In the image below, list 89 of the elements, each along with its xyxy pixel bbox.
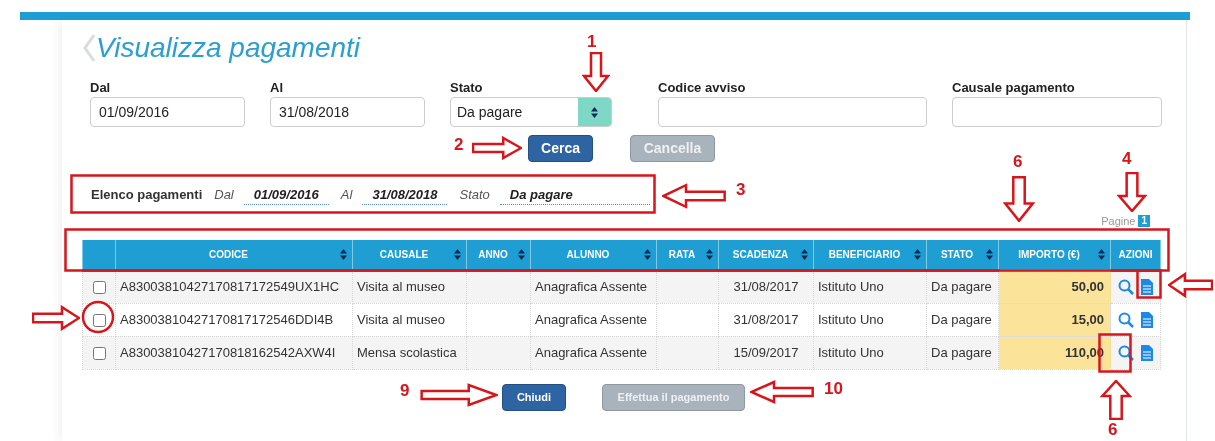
field-label: Dal bbox=[90, 80, 112, 96]
summary-filter-label: Al bbox=[340, 186, 353, 205]
table-cell: 15/09/2017 bbox=[733, 344, 799, 360]
column-header[interactable]: IMPORTO (€) bbox=[998, 240, 1111, 270]
sort-icon[interactable] bbox=[454, 248, 461, 260]
table-cell: 50,00 bbox=[1071, 279, 1104, 295]
sort-icon[interactable] bbox=[518, 248, 525, 260]
column-header[interactable]: SCADENZA bbox=[718, 240, 814, 270]
table-cell: Anagrafica Assente bbox=[535, 279, 648, 295]
table-cell: Anagrafica Assente bbox=[535, 344, 648, 360]
table-cell: A83003810427170817172549UX1HC bbox=[120, 279, 340, 295]
document-icon[interactable] bbox=[1140, 279, 1153, 295]
sort-icon[interactable] bbox=[591, 106, 598, 118]
annotation-arrow bbox=[1117, 172, 1147, 212]
column-header[interactable]: CAUSALE bbox=[352, 240, 467, 270]
annotation-number: 2 bbox=[454, 136, 464, 153]
table-cell: 31/08/2017 bbox=[733, 311, 799, 327]
annotation-number: 6 bbox=[1108, 421, 1118, 438]
table-cell: Visita al museo bbox=[357, 279, 445, 295]
table-cell: Istituto Uno bbox=[818, 279, 884, 295]
table-cell: Istituto Uno bbox=[818, 344, 884, 360]
table-cell: Visita al museo bbox=[357, 311, 445, 327]
table-cell: A83003810427170817172546DDI4B bbox=[120, 311, 334, 327]
annotation-arrow bbox=[1003, 176, 1035, 222]
sort-icon[interactable] bbox=[340, 248, 347, 260]
annotation-circle bbox=[81, 300, 115, 334]
table-cell: A83003810427170818162542AXW4I bbox=[120, 344, 336, 360]
summary-label: Elenco pagamenti bbox=[91, 186, 203, 205]
input-field[interactable]: 31/08/2018 bbox=[270, 97, 425, 127]
field-label: Codice avviso bbox=[658, 80, 747, 96]
input-field[interactable] bbox=[952, 97, 1162, 127]
column-header[interactable]: ANNO bbox=[466, 240, 531, 270]
annotation-arrow bbox=[1100, 380, 1132, 420]
annotation-number: 10 bbox=[824, 380, 843, 397]
annotation-number: 4 bbox=[1122, 150, 1132, 167]
summary-filter-value: 31/08/2018 bbox=[362, 184, 448, 206]
annotation-number: 3 bbox=[736, 181, 746, 198]
summary-filter-label: Stato bbox=[459, 186, 490, 205]
summary-filter-value: Da pagare bbox=[499, 184, 650, 206]
annotation-arrow bbox=[32, 305, 80, 331]
summary-filter-value: 01/09/2016 bbox=[243, 184, 329, 206]
pagination-label: Pagine bbox=[1101, 213, 1136, 229]
column-header[interactable]: ALUNNO bbox=[530, 240, 657, 270]
annotation-arrow bbox=[662, 183, 726, 209]
table-cell: Anagrafica Assente bbox=[535, 311, 648, 327]
table-cell: Istituto Uno bbox=[818, 311, 884, 327]
document-icon[interactable] bbox=[1140, 344, 1153, 361]
page-link[interactable]: 1 bbox=[1138, 215, 1150, 227]
field-label: Al bbox=[270, 80, 284, 96]
action-button[interactable]: Cerca bbox=[528, 135, 593, 162]
sort-icon[interactable] bbox=[914, 248, 921, 260]
row-checkbox[interactable] bbox=[92, 313, 106, 327]
table-cell: Da pagare bbox=[931, 311, 992, 327]
field-label: Causale pagamento bbox=[952, 80, 1076, 96]
annotation-number: 1 bbox=[587, 33, 597, 50]
annotation-arrow bbox=[472, 136, 522, 160]
search-icon[interactable] bbox=[1118, 279, 1135, 295]
row-checkbox[interactable] bbox=[92, 346, 106, 360]
field-label: Stato bbox=[450, 80, 484, 96]
search-icon[interactable] bbox=[1118, 311, 1135, 328]
status-select[interactable]: Da pagare bbox=[450, 97, 612, 127]
column-header[interactable]: BENEFICIARIO bbox=[813, 240, 927, 270]
chevron-icon bbox=[83, 34, 95, 62]
action-button[interactable]: Chiudi bbox=[502, 383, 566, 411]
sort-icon[interactable] bbox=[1098, 248, 1105, 260]
document-icon[interactable] bbox=[1140, 311, 1153, 328]
annotation-arrow bbox=[582, 52, 610, 92]
sort-icon[interactable] bbox=[644, 248, 651, 260]
table-cell: 15,00 bbox=[1071, 311, 1104, 327]
annotation-number: 9 bbox=[400, 382, 410, 399]
sort-icon[interactable] bbox=[986, 248, 993, 260]
column-header[interactable]: CODICE bbox=[115, 240, 353, 270]
table-cell: 31/08/2017 bbox=[733, 279, 799, 295]
table-cell: Mensa scolastica bbox=[357, 344, 457, 360]
sort-icon[interactable] bbox=[706, 248, 713, 260]
input-field[interactable] bbox=[658, 97, 927, 127]
search-icon[interactable] bbox=[1118, 344, 1135, 361]
table-cell: Da pagare bbox=[931, 344, 992, 360]
column-header[interactable]: STATO bbox=[926, 240, 999, 270]
annotation-number: 6 bbox=[1013, 153, 1023, 170]
page-title: Visualizza pagamenti bbox=[96, 31, 361, 65]
sort-icon[interactable] bbox=[801, 248, 808, 260]
input-field[interactable]: 01/09/2016 bbox=[90, 97, 245, 127]
column-header[interactable]: RATA bbox=[656, 240, 719, 270]
table-cell: Da pagare bbox=[931, 279, 992, 295]
row-checkbox[interactable] bbox=[92, 281, 106, 295]
summary-filter-label: Dal bbox=[214, 186, 234, 205]
column-header: AZIONI bbox=[1110, 240, 1161, 270]
annotation-arrow bbox=[750, 380, 814, 404]
